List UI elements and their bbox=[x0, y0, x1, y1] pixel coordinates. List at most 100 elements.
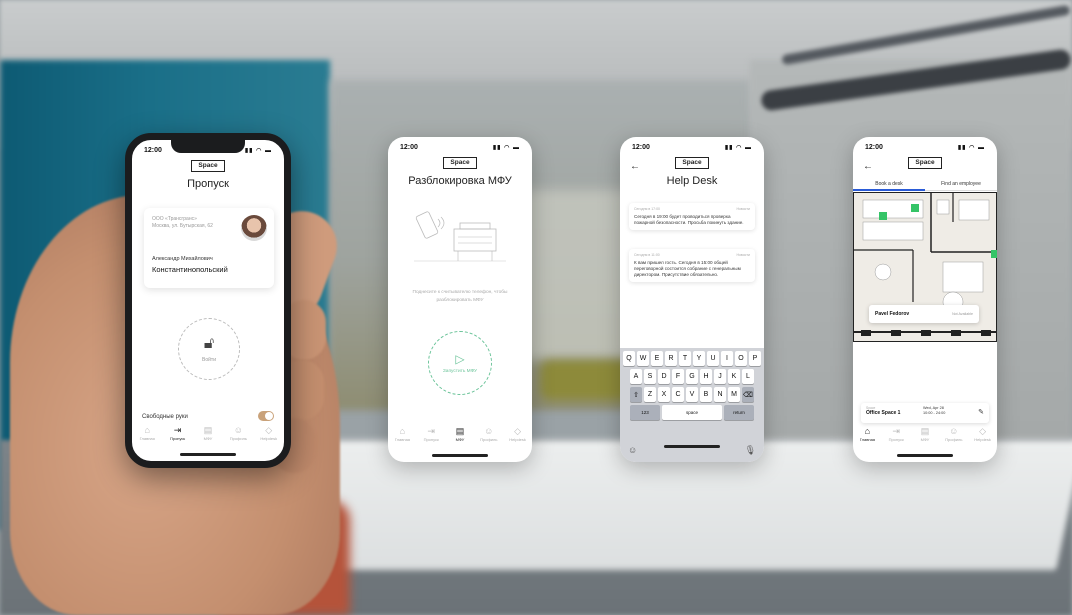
key-h[interactable]: H bbox=[700, 369, 712, 384]
start-mfu-label: Запустить МФУ bbox=[442, 368, 478, 374]
message-card[interactable]: Сегодня в 17:00 Новости Сегодня в 19:00 б… bbox=[629, 203, 755, 230]
key-b[interactable]: B bbox=[700, 387, 712, 402]
signal-wifi-battery-icon: ▮▮ ◠ ▬ bbox=[492, 144, 520, 151]
emoji-icon[interactable]: ☺ bbox=[628, 445, 637, 455]
available-desk[interactable] bbox=[991, 250, 997, 258]
tab-pass[interactable]: ⇥ Пропуск bbox=[883, 426, 909, 442]
tab-profile[interactable]: ☺ Профиль bbox=[941, 426, 967, 442]
message-body: К вам пришел гость. Сегодня в 15:00 обще… bbox=[634, 260, 741, 277]
status-time: 12:00 bbox=[400, 143, 418, 151]
key-v[interactable]: V bbox=[686, 387, 698, 402]
printer-phone-illustration-icon bbox=[414, 211, 506, 262]
back-arrow-icon[interactable]: ← bbox=[630, 161, 640, 172]
tab-home[interactable]: ⌂ Главная bbox=[134, 425, 160, 441]
home-icon: ⌂ bbox=[144, 425, 150, 435]
home-icon: ⌂ bbox=[864, 426, 871, 436]
back-arrow-icon[interactable]: ← bbox=[863, 161, 873, 172]
message-body: Сегодня в 19:00 будет проводиться провер… bbox=[634, 214, 744, 225]
tab-label: МФУ bbox=[455, 437, 465, 442]
key-x[interactable]: X bbox=[658, 387, 670, 402]
booking-tabs: Book a desk Find an employee bbox=[853, 179, 997, 191]
tab-helpdesk[interactable]: ◇ Helpdesk bbox=[505, 426, 531, 442]
helpdesk-icon: ◇ bbox=[979, 426, 987, 436]
key-space[interactable]: space bbox=[662, 405, 722, 420]
signal-wifi-battery-icon: ▮▮ ◠ ▬ bbox=[957, 144, 985, 151]
key-a[interactable]: A bbox=[630, 369, 642, 384]
hands-free-toggle[interactable] bbox=[258, 411, 274, 421]
tab-label: Helpdesk bbox=[974, 437, 991, 442]
key-f[interactable]: F bbox=[672, 369, 684, 384]
user-first-name: Александр Михайлович bbox=[152, 256, 213, 262]
unlock-label: Войти bbox=[202, 357, 216, 363]
shift-key-icon[interactable]: ⇧ bbox=[630, 387, 642, 402]
tab-profile[interactable]: ☺ Профиль bbox=[476, 426, 502, 442]
key-z[interactable]: Z bbox=[644, 387, 656, 402]
tab-profile[interactable]: ☺ Профиль bbox=[225, 425, 251, 441]
available-desk[interactable] bbox=[911, 204, 919, 212]
home-indicator bbox=[897, 454, 953, 457]
key-e[interactable]: E bbox=[651, 351, 663, 366]
key-t[interactable]: T bbox=[679, 351, 691, 366]
unlock-button[interactable]: 🔓︎ Войти bbox=[178, 318, 240, 380]
tab-mfu[interactable]: ▤ МФУ bbox=[912, 426, 938, 442]
hands-free-label: Свободные руки bbox=[142, 414, 188, 420]
page-title: Help Desk bbox=[666, 175, 718, 187]
key-k[interactable]: K bbox=[728, 369, 740, 384]
message-card[interactable]: Сегодня в 11:00 Новости К вам пришел гост… bbox=[629, 249, 755, 282]
tab-helpdesk[interactable]: ◇ Helpdesk bbox=[256, 425, 282, 441]
key-o[interactable]: O bbox=[735, 351, 747, 366]
message-category: Новости bbox=[736, 253, 750, 257]
tab-pass[interactable]: ⇥ Пропуск bbox=[418, 426, 444, 442]
space-logo: Space bbox=[675, 157, 709, 169]
key-return[interactable]: return bbox=[724, 405, 754, 420]
key-d[interactable]: D bbox=[658, 369, 670, 384]
play-icon: ▷ bbox=[455, 351, 465, 366]
key-l[interactable]: L bbox=[742, 369, 754, 384]
status-time: 12:00 bbox=[865, 143, 883, 151]
key-y[interactable]: Y bbox=[693, 351, 705, 366]
pass-card: ООО «Трансгранс» Москва, ул. Бутырская, … bbox=[144, 208, 274, 288]
space-logo: Space bbox=[191, 160, 225, 172]
tab-find-employee[interactable]: Find an employee bbox=[925, 179, 997, 191]
message-time: Сегодня в 11:00 bbox=[634, 253, 660, 257]
key-q[interactable]: Q bbox=[623, 351, 635, 366]
key-m[interactable]: M bbox=[728, 387, 740, 402]
key-g[interactable]: G bbox=[686, 369, 698, 384]
tab-home[interactable]: ⌂ Главная bbox=[854, 426, 880, 442]
key-w[interactable]: W bbox=[637, 351, 649, 366]
status-time: 12:00 bbox=[144, 146, 162, 154]
lock-icon: 🔓︎ bbox=[203, 335, 215, 352]
helpdesk-icon: ◇ bbox=[514, 426, 522, 436]
key-j[interactable]: J bbox=[714, 369, 726, 384]
key-s[interactable]: S bbox=[644, 369, 656, 384]
key-c[interactable]: C bbox=[672, 387, 684, 402]
tab-home[interactable]: ⌂ Главная bbox=[389, 426, 415, 442]
employee-popup[interactable]: Pavel Fedorov Not Available bbox=[869, 305, 979, 323]
tab-label: МФУ bbox=[920, 437, 930, 442]
user-last-name: Константинопольский bbox=[152, 265, 228, 274]
tab-mfu[interactable]: ▤ МФУ bbox=[447, 426, 473, 442]
start-mfu-button[interactable]: ▷ Запустить МФУ bbox=[428, 331, 492, 395]
edit-icon[interactable]: ✎ bbox=[978, 408, 984, 416]
key-u[interactable]: U bbox=[707, 351, 719, 366]
key-n[interactable]: N bbox=[714, 387, 726, 402]
tab-helpdesk[interactable]: ◇ Helpdesk bbox=[970, 426, 996, 442]
login-icon: ⇥ bbox=[173, 425, 182, 435]
login-icon: ⇥ bbox=[427, 426, 435, 436]
tab-label: МФУ bbox=[203, 436, 213, 441]
key-p[interactable]: P bbox=[749, 351, 761, 366]
tab-mfu[interactable]: ▤ МФУ bbox=[195, 425, 221, 441]
tab-pass[interactable]: ⇥ Пропуск bbox=[165, 425, 191, 441]
key-i[interactable]: I bbox=[721, 351, 733, 366]
microphone-icon[interactable]: 🎙︎ bbox=[745, 445, 756, 456]
person-icon: ☺ bbox=[949, 426, 959, 436]
key-r[interactable]: R bbox=[665, 351, 677, 366]
available-desk[interactable] bbox=[879, 212, 887, 220]
status-bar: 12:00 ▮▮ ◠ ▬ bbox=[853, 137, 997, 157]
avatar bbox=[241, 215, 267, 241]
key-numbers[interactable]: 123 bbox=[630, 405, 660, 420]
booking-card[interactable]: Space Office Space 1 Wed, Apr 28 10:00 -… bbox=[861, 403, 989, 423]
tab-book-desk[interactable]: Book a desk bbox=[853, 179, 925, 191]
page-title: Пропуск bbox=[187, 178, 229, 190]
backspace-key-icon[interactable]: ⌫ bbox=[742, 387, 754, 402]
